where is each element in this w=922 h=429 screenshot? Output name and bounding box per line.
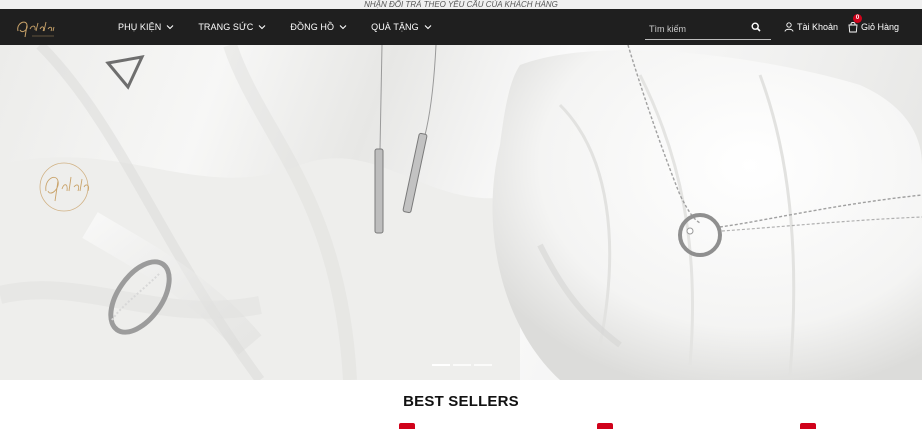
carousel-dot-3[interactable] [474,364,492,366]
best-sellers-heading: BEST SELLERS [403,393,519,410]
search-input[interactable] [645,24,745,34]
nav-item-phu-kien[interactable]: PHỤ KIỆN [118,22,174,32]
announcement-bar: NHẬN ĐỔI TRẢ THEO YÊU CẦU CỦA KHÁCH HÀNG [0,0,922,9]
sale-badge [399,423,415,429]
announcement-text: NHẬN ĐỔI TRẢ THEO YÊU CẦU CỦA KHÁCH HÀNG [364,0,558,9]
chevron-down-icon [424,25,432,30]
nav-item-label: QUÀ TẶNG [371,22,419,32]
nav-item-dong-ho[interactable]: ĐỒNG HỒ [290,22,347,32]
nav-item-label: ĐỒNG HỒ [290,22,335,32]
sale-badge [800,423,816,429]
carousel-dot-1[interactable] [432,364,450,366]
nav-item-qua-tang[interactable]: QUÀ TẶNG [371,22,432,32]
account-link[interactable]: Tài Khoản [784,9,838,45]
chevron-down-icon [339,25,347,30]
account-label: Tài Khoản [797,22,839,32]
search-icon[interactable] [751,22,761,32]
nav-item-trang-suc[interactable]: TRANG SỨC [198,22,266,32]
brand-logo[interactable] [12,15,64,41]
hero-banner[interactable] [0,45,922,380]
user-icon [784,22,794,32]
hero-image [0,45,922,380]
cart-count-badge: 0 [853,14,862,23]
sale-badge [597,423,613,429]
nav-item-label: PHỤ KIỆN [118,22,162,32]
carousel-indicators [432,364,492,366]
chevron-down-icon [166,25,174,30]
cart-link[interactable]: 0 Giỏ Hàng [847,9,899,45]
search-box [645,19,771,40]
nav-item-label: TRANG SỨC [198,22,254,32]
chevron-down-icon [259,25,266,30]
nav-menu: PHỤ KIỆN TRANG SỨC ĐỒNG HỒ QUÀ TẶNG [118,9,456,45]
main-navbar: PHỤ KIỆN TRANG SỨC ĐỒNG HỒ QUÀ TẶNG Tài … [0,9,922,45]
cart-label: Giỏ Hàng [861,22,900,32]
carousel-dot-2[interactable] [453,364,471,366]
